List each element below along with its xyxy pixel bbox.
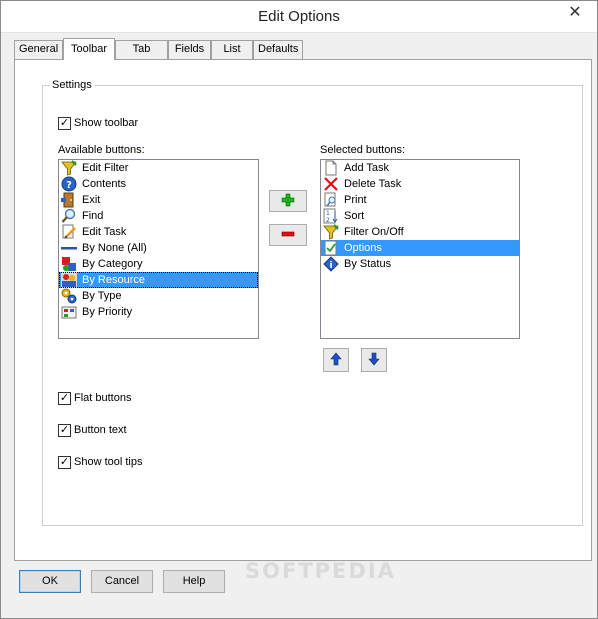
list-item[interactable]: Options [321, 240, 519, 256]
exit-door-icon [61, 192, 77, 208]
move-down-button[interactable] [361, 348, 387, 372]
close-icon: ✕ [568, 4, 582, 21]
toolbar-tab-panel: Settings ✓ Show toolbar Available button… [14, 59, 592, 561]
priority-icon [61, 304, 77, 320]
options-icon [323, 240, 339, 256]
help-button[interactable]: Help [163, 570, 225, 593]
flat-buttons-label: Flat buttons [74, 392, 132, 404]
print-preview-icon [323, 192, 339, 208]
filter-icon [61, 160, 77, 176]
edit-options-dialog: Edit Options ✕ General Toolbar Tab Filte… [0, 0, 598, 619]
sort-icon: 12 [323, 208, 339, 224]
resource-icon [61, 272, 77, 288]
settings-group-label: Settings [50, 79, 94, 91]
checkbox-check-icon: ✓ [58, 391, 71, 405]
list-item[interactable]: ? Contents [59, 176, 258, 192]
title-bar: Edit Options ✕ [1, 1, 597, 33]
list-item[interactable]: By Type [59, 288, 258, 304]
category-icon [61, 256, 77, 272]
window-title: Edit Options [258, 8, 340, 25]
filter-icon [323, 224, 339, 240]
svg-text:?: ? [66, 180, 72, 191]
list-item[interactable]: Exit [59, 192, 258, 208]
checkbox-check-icon: ✓ [58, 423, 71, 437]
flat-buttons-checkbox[interactable]: ✓ Flat buttons [58, 390, 131, 406]
show-toolbar-label: Show toolbar [74, 117, 139, 129]
list-item[interactable]: Delete Task [321, 176, 519, 192]
help-icon: ? [61, 176, 77, 192]
show-tool-tips-checkbox[interactable]: ✓ Show tool tips [58, 454, 142, 470]
list-item[interactable]: Print [321, 192, 519, 208]
selected-buttons-label: Selected buttons: [320, 144, 406, 156]
tab-list[interactable]: List [211, 40, 253, 59]
arrow-down-icon [368, 352, 380, 369]
list-item[interactable]: i By Status [321, 256, 519, 272]
list-item[interactable]: By Resource [59, 272, 258, 288]
remove-button-button[interactable] [269, 224, 307, 246]
svg-text:2: 2 [326, 217, 330, 224]
ok-button[interactable]: OK [19, 570, 81, 593]
tab-toolbar[interactable]: Toolbar [63, 38, 115, 60]
svg-text:1: 1 [326, 210, 330, 217]
move-up-button[interactable] [323, 348, 349, 372]
pencil-icon [61, 224, 77, 240]
available-buttons-list[interactable]: Edit Filter ? Contents Exit Find Edit Ta… [58, 159, 259, 339]
red-x-icon [323, 176, 339, 192]
selected-buttons-list[interactable]: Add Task Delete Task Print 12 Sort Filte… [320, 159, 520, 339]
list-item[interactable]: Edit Filter [59, 160, 258, 176]
plus-icon [281, 193, 295, 210]
list-item[interactable]: By Category [59, 256, 258, 272]
list-item[interactable]: By Priority [59, 304, 258, 320]
list-item[interactable]: Find [59, 208, 258, 224]
list-item[interactable]: Filter On/Off [321, 224, 519, 240]
tab-fields[interactable]: Fields [168, 40, 211, 59]
available-buttons-label: Available buttons: [58, 144, 145, 156]
list-item[interactable]: Edit Task [59, 224, 258, 240]
type-icon [61, 288, 77, 304]
tab-tab-filter[interactable]: Tab Filter [115, 40, 168, 72]
cancel-button[interactable]: Cancel [91, 570, 153, 593]
page-icon [323, 160, 339, 176]
checkbox-check-icon: ✓ [58, 116, 71, 130]
tab-general[interactable]: General [14, 40, 63, 59]
status-icon: i [323, 256, 339, 272]
magnifier-icon [61, 208, 77, 224]
close-button[interactable]: ✕ [559, 1, 591, 23]
list-item[interactable]: 12 Sort [321, 208, 519, 224]
checkbox-check-icon: ✓ [58, 455, 71, 469]
minus-icon [281, 227, 295, 244]
list-item[interactable]: Add Task [321, 160, 519, 176]
add-button-button[interactable] [269, 190, 307, 212]
show-toolbar-checkbox[interactable]: ✓ Show toolbar [58, 115, 138, 131]
svg-text:i: i [329, 261, 332, 271]
list-item[interactable]: By None (All) [59, 240, 258, 256]
button-text-label: Button text [74, 424, 127, 436]
tab-defaults[interactable]: Defaults [253, 40, 303, 59]
watermark: SOFTPEDIA [245, 559, 396, 583]
show-tool-tips-label: Show tool tips [74, 456, 143, 468]
arrow-up-icon [330, 352, 342, 369]
dash-icon [61, 240, 77, 256]
button-text-checkbox[interactable]: ✓ Button text [58, 422, 127, 438]
